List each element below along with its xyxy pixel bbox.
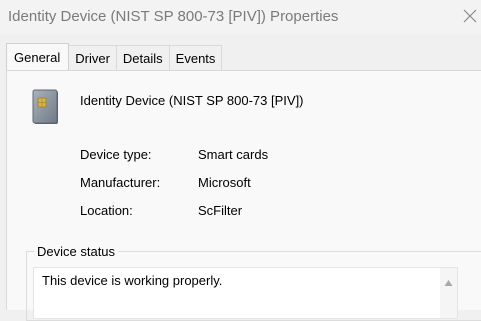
tab-general[interactable]: General bbox=[6, 43, 70, 70]
device-type-value: Smart cards bbox=[198, 147, 269, 162]
title-bar: Identity Device (NIST SP 800-73 [PIV]) P… bbox=[0, 0, 481, 34]
location-value: ScFilter bbox=[198, 203, 243, 218]
tab-events[interactable]: Events bbox=[169, 45, 223, 71]
close-icon bbox=[461, 6, 479, 26]
tab-strip: General Driver Details Events bbox=[6, 43, 223, 71]
device-status-legend: Device status bbox=[34, 244, 119, 259]
close-button[interactable] bbox=[461, 6, 479, 26]
device-status-textbox[interactable]: This device is working properly. bbox=[33, 267, 458, 319]
smart-card-icon bbox=[27, 89, 65, 127]
manufacturer-value: Microsoft bbox=[198, 175, 251, 190]
device-type-label: Device type: bbox=[80, 147, 152, 162]
general-tab-panel: Identity Device (NIST SP 800-73 [PIV]) D… bbox=[6, 70, 481, 321]
scroll-up-arrow-icon[interactable] bbox=[444, 274, 453, 286]
window-title: Identity Device (NIST SP 800-73 [PIV]) P… bbox=[8, 8, 339, 25]
device-name: Identity Device (NIST SP 800-73 [PIV]) bbox=[80, 93, 304, 108]
device-status-text: This device is working properly. bbox=[42, 273, 223, 288]
status-scrollbar[interactable] bbox=[440, 268, 457, 318]
tab-details[interactable]: Details bbox=[116, 45, 170, 71]
manufacturer-label: Manufacturer: bbox=[80, 175, 161, 190]
location-label: Location: bbox=[80, 203, 133, 218]
tab-driver[interactable]: Driver bbox=[69, 45, 117, 71]
device-status-group: Device status This device is working pro… bbox=[26, 244, 481, 321]
